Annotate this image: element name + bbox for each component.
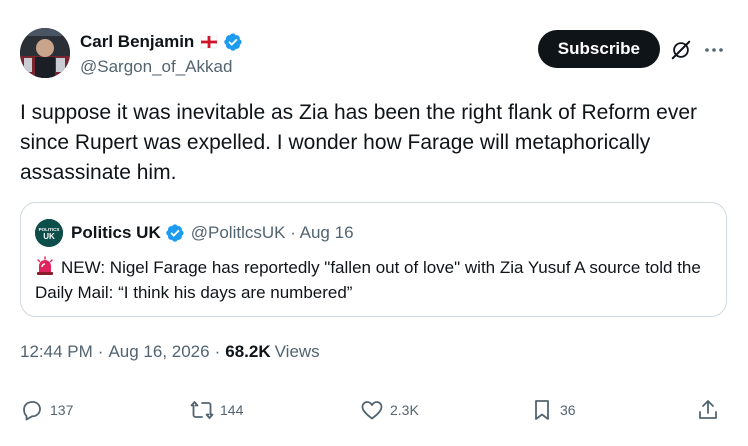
share-button[interactable] [696,398,720,422]
quote-avatar-text-bottom: UK [43,232,55,241]
reply-button[interactable]: 137 [20,398,73,422]
quote-body: NEW: Nigel Farage has reportedly "fallen… [35,255,715,305]
tweet-meta: 12:44 PM · Aug 16, 2026 · 68.2K Views [20,342,320,362]
views-label: Views [274,342,320,361]
tweet-date[interactable]: Aug 16, 2026 [108,342,209,362]
share-icon [699,400,717,419]
tweet-time[interactable]: 12:44 PM [20,342,93,362]
tweet-text: I suppose it was inevitable as Zia has b… [20,101,698,184]
author-avatar[interactable] [20,28,70,78]
england-flag-icon [200,33,218,51]
subscribe-button[interactable]: Subscribe [537,30,660,68]
reply-count: 137 [50,402,74,418]
bookmark-button[interactable]: 36 [530,398,576,422]
author-display-name[interactable]: Carl Benjamin [80,32,194,52]
meta-separator: · [214,342,221,361]
repost-button[interactable]: 144 [190,398,243,422]
author-handle[interactable]: @Sargon_of_Akkad [80,57,243,77]
quote-avatar[interactable]: POLITICS UK [35,219,63,247]
verified-icon[interactable] [165,223,185,243]
like-count: 2.3K [390,402,419,418]
quote-handle-date[interactable]: @PolitlcsUK · Aug 16 [191,223,354,243]
quote-display-name[interactable]: Politics UK [71,223,161,243]
quoted-tweet[interactable]: POLITICS UK Politics UK @PolitlcsUK · Au… [20,202,727,317]
like-icon [361,401,383,420]
verified-icon[interactable] [223,32,243,52]
meta-separator: · [97,342,104,361]
reply-icon [23,401,41,421]
action-bar: 137 144 2.3K 36 [20,398,728,430]
like-button[interactable]: 2.3K [360,398,419,422]
repost-icon [190,401,214,419]
grok-icon[interactable] [670,39,692,61]
views-count[interactable]: 68.2K [225,342,270,362]
repost-count: 144 [220,402,244,418]
siren-icon [35,256,55,276]
bookmark-icon [535,400,549,420]
quote-text: NEW: Nigel Farage has reportedly "fallen… [35,258,701,302]
tweet-header: Carl Benjamin @Sargon_of_Akkad Subscribe [20,26,728,82]
bookmark-count: 36 [560,402,576,418]
more-icon[interactable] [702,38,726,62]
